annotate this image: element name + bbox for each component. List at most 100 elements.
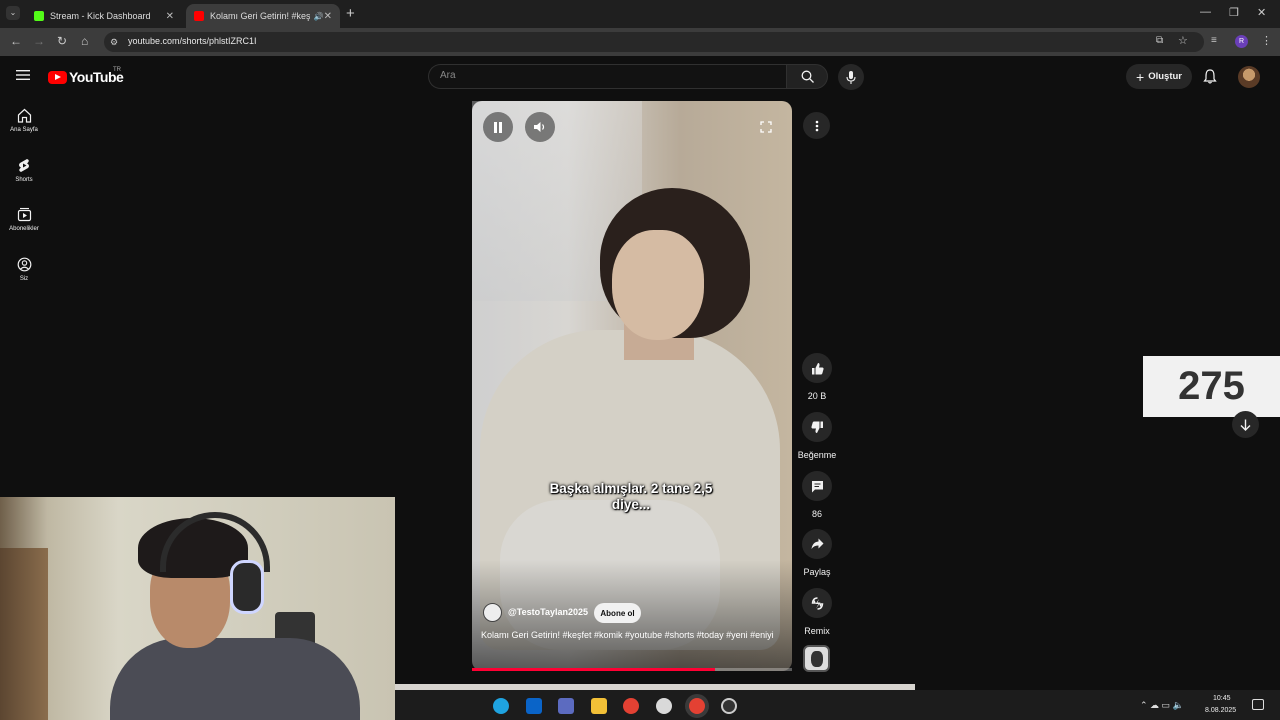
channel-avatar[interactable] [483, 603, 502, 622]
pause-icon [494, 121, 502, 133]
thumbs-up-icon [811, 362, 824, 374]
reload-icon[interactable]: ↻ [57, 34, 67, 48]
pause-button[interactable] [483, 112, 513, 142]
store-icon[interactable] [558, 698, 574, 714]
volume-icon [534, 122, 545, 132]
search-button[interactable] [786, 64, 828, 89]
tab-audio-icon[interactable]: 🔊 [314, 12, 324, 21]
obs-icon[interactable] [721, 698, 737, 714]
plus-icon: + [1136, 68, 1145, 85]
you-icon [17, 257, 31, 272]
create-button[interactable]: + Oluştur [1126, 64, 1192, 89]
share-icon [811, 538, 823, 549]
notifications-bell-icon[interactable] [1203, 69, 1217, 84]
search-box[interactable] [428, 64, 786, 89]
remix-button[interactable]: Remix [798, 588, 836, 636]
kick-favicon-icon [34, 11, 44, 21]
hamburger-menu-icon[interactable] [16, 69, 30, 81]
edge-icon[interactable] [493, 698, 509, 714]
chrome-icon[interactable] [623, 698, 639, 714]
nav-you[interactable]: Siz [0, 257, 48, 282]
like-button[interactable]: 20 B [798, 353, 836, 401]
voice-search-button[interactable] [838, 64, 864, 90]
new-tab-button[interactable]: + [346, 5, 355, 22]
stream-counter-overlay: 275 [1143, 356, 1280, 417]
fullscreen-button[interactable] [751, 112, 781, 142]
media-control-icon[interactable]: ≡ [1211, 35, 1217, 46]
explorer-icon[interactable] [591, 698, 607, 714]
share-label: Paylaş [803, 567, 831, 577]
taskbar-time[interactable]: 10:45 [1213, 695, 1231, 702]
window-close-icon[interactable]: ✕ [1257, 6, 1266, 19]
next-short-button[interactable] [1232, 411, 1259, 438]
home-icon [17, 108, 31, 123]
url-text[interactable]: youtube.com/shorts/phlstIZRC1I [128, 36, 257, 46]
site-info-icon[interactable]: ⚙ [110, 37, 118, 48]
sound-thumbnail[interactable] [803, 645, 830, 672]
search-input[interactable]: Ara [440, 70, 456, 81]
forward-arrow-icon[interactable]: → [33, 34, 45, 48]
remix-label: Remix [804, 626, 830, 636]
chatgpt-icon[interactable] [656, 698, 672, 714]
nav-subscriptions[interactable]: Abonelikler [0, 207, 48, 232]
profile-avatar[interactable]: R [1235, 35, 1248, 48]
browser-menu-icon[interactable]: ⋮ [1261, 34, 1272, 47]
tab-close-icon[interactable]: ✕ [324, 11, 332, 22]
notification-center-icon[interactable] [1252, 699, 1264, 710]
tab-youtube-short[interactable]: Kolamı Geri Getirin! #keşfe 🔊 ✕ [186, 4, 340, 28]
video-person-face [612, 230, 704, 340]
subscribe-button[interactable]: Abone ol [594, 603, 641, 623]
chrome-profile-icon[interactable] [689, 698, 705, 714]
more-options-button[interactable] [803, 112, 830, 139]
shorts-icon [18, 159, 29, 172]
subscriptions-icon [17, 207, 31, 222]
comments-button[interactable]: 86 [798, 471, 836, 519]
nav-label: Siz [19, 276, 29, 282]
tab-search-button[interactable]: ⌄ [6, 6, 20, 20]
tab-title: Kolamı Geri Getirin! #keşfe [210, 11, 310, 21]
arrow-down-icon [1240, 419, 1251, 431]
country-code: TR [113, 67, 121, 73]
more-vert-icon [815, 120, 818, 131]
volume-button[interactable] [525, 112, 555, 142]
system-tray-icons[interactable]: ⌃ ☁ ▭ 🔈 [1140, 700, 1184, 711]
youtube-play-icon [48, 70, 67, 84]
user-avatar[interactable] [1238, 66, 1260, 88]
restore-icon[interactable]: ❐ [1229, 6, 1239, 19]
bookmark-star-icon[interactable]: ☆ [1178, 34, 1188, 47]
nav-label: Abonelikler [9, 226, 39, 232]
outlook-icon[interactable] [526, 698, 542, 714]
webcam-door [0, 548, 48, 720]
nav-shorts[interactable]: Shorts [0, 158, 48, 183]
search-icon [801, 70, 814, 83]
tab-kick-dashboard[interactable]: Stream - Kick Dashboard ✕ [26, 4, 182, 28]
fullscreen-icon [760, 121, 772, 133]
video-title[interactable]: Kolamı Geri Getirin! #keşfet #komik #you… [481, 629, 781, 642]
like-count: 20 B [807, 391, 827, 401]
video-caption: Başka almışlar. 2 tane 2,5 diye... [549, 481, 713, 512]
comment-icon [811, 480, 823, 492]
comment-count: 86 [811, 509, 822, 519]
youtube-favicon-icon [194, 11, 204, 21]
webcam-person-shirt [110, 638, 360, 720]
nav-label: Shorts [15, 177, 33, 183]
thumbs-down-icon [810, 421, 823, 433]
install-app-icon[interactable]: ⧉ [1156, 35, 1163, 46]
create-label: Oluştur [1148, 71, 1182, 82]
microphone-icon [846, 70, 856, 84]
back-arrow-icon[interactable]: ← [10, 34, 22, 48]
channel-name[interactable]: @TestoTaylan2025 [508, 607, 588, 617]
nav-label: Ana Sayfa [10, 127, 38, 133]
dislike-button[interactable]: Beğenme [798, 412, 836, 460]
address-bar[interactable] [104, 32, 1204, 52]
tab-title: Stream - Kick Dashboard [50, 11, 151, 21]
minimize-icon[interactable]: — [1200, 6, 1211, 18]
remix-icon [811, 596, 823, 610]
taskbar-date[interactable]: 8.08.2025 [1205, 707, 1236, 714]
nav-home[interactable]: Ana Sayfa [0, 108, 48, 133]
dislike-label: Beğenme [797, 450, 837, 460]
share-button[interactable]: Paylaş [798, 529, 836, 577]
tab-close-icon[interactable]: ✕ [166, 11, 174, 22]
home-button-icon[interactable]: ⌂ [81, 34, 88, 48]
sound-thumbnail-figure [811, 651, 823, 667]
